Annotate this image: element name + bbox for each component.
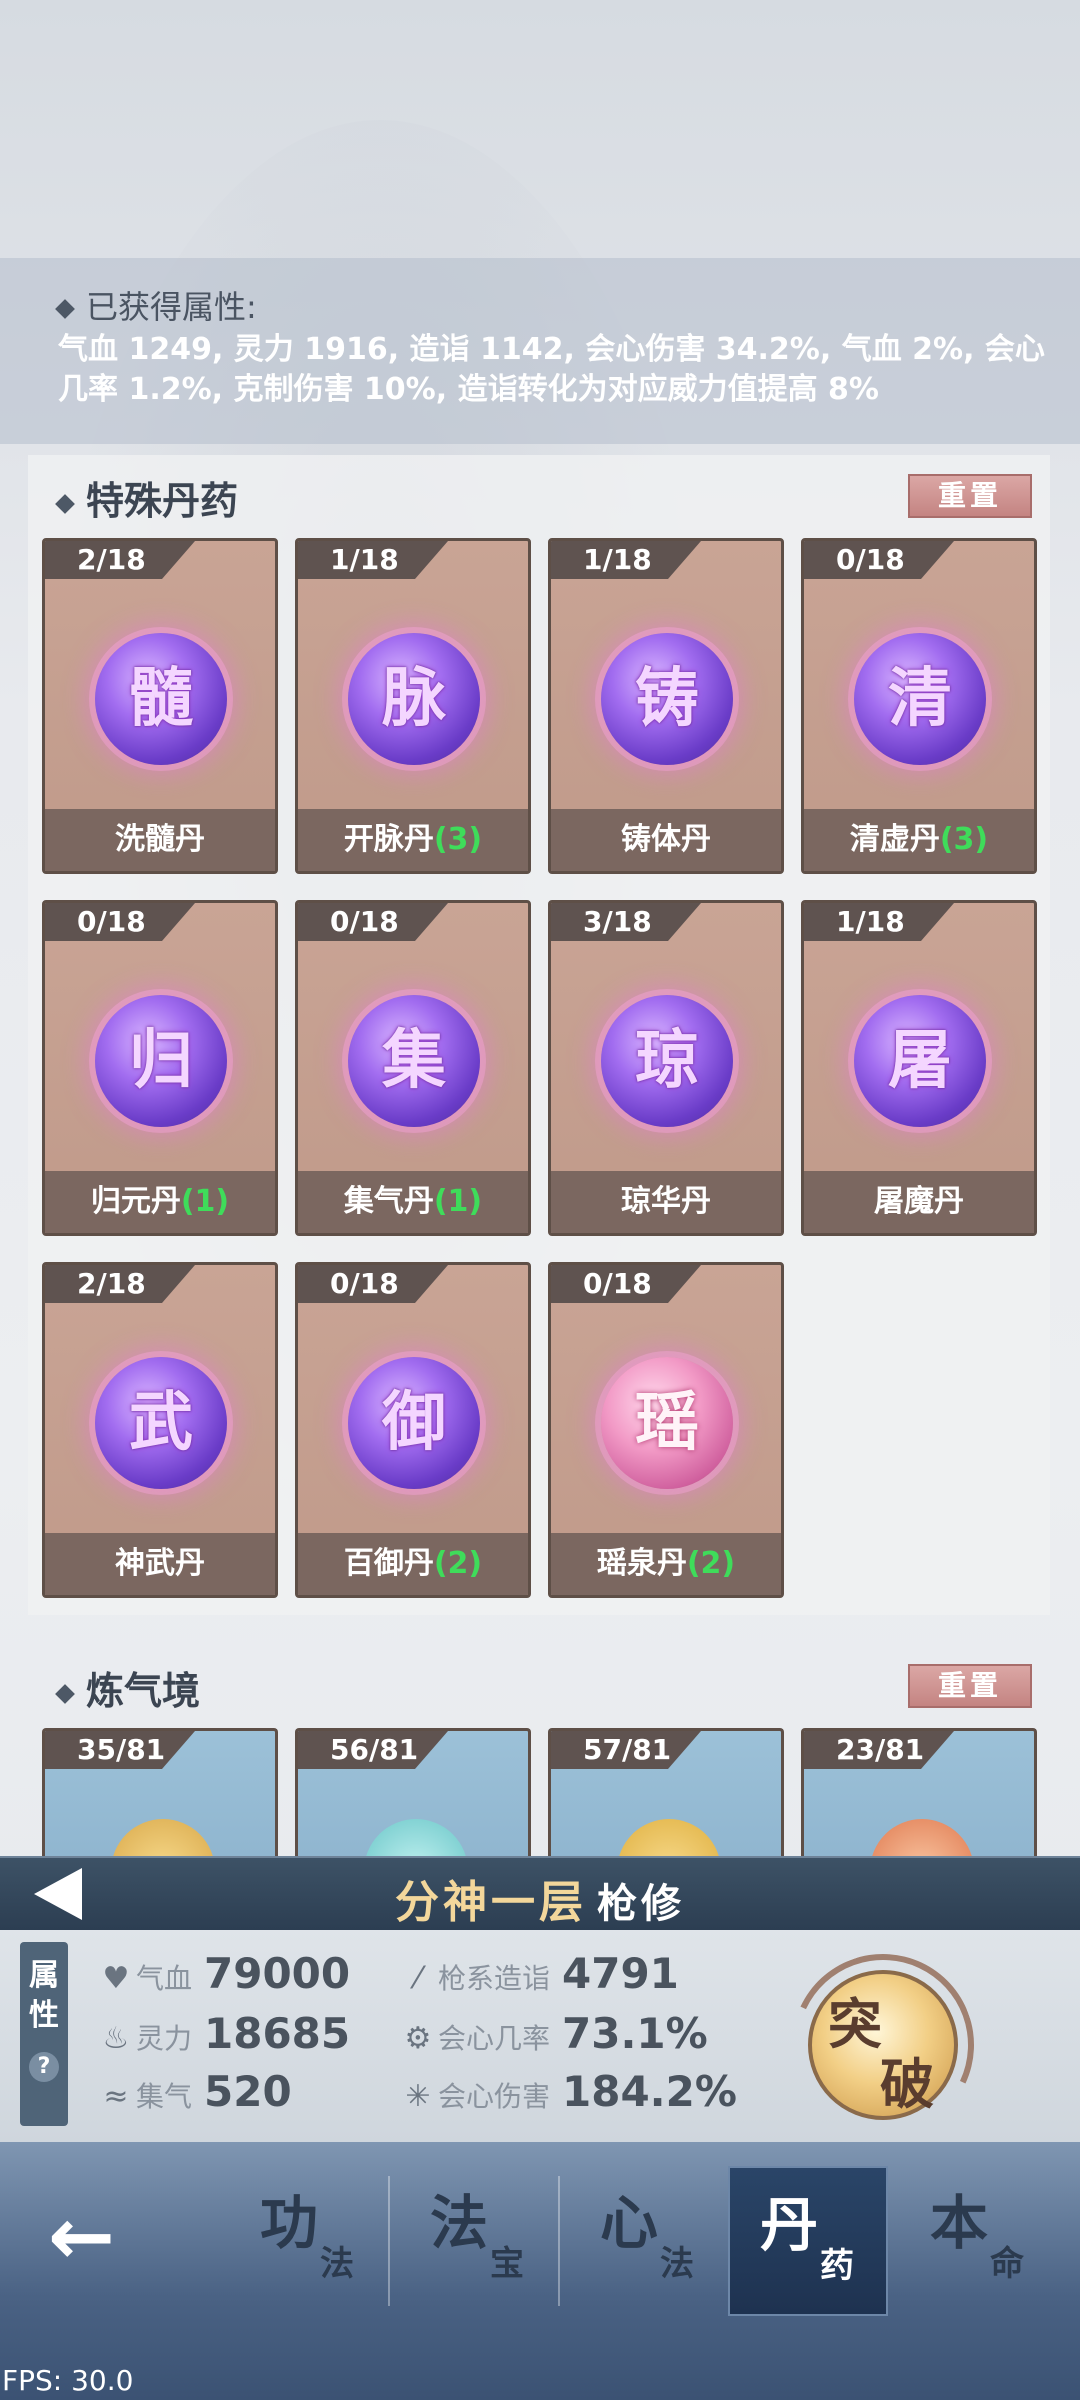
pill-char: 屠 (888, 1023, 952, 1098)
stat-qi: ≈ 集气 520 (96, 2066, 291, 2118)
diamond-icon (55, 299, 75, 319)
pill-card-guiyuan[interactable]: 0/18 归 归元丹(1) (42, 900, 278, 1236)
pill-card-xisui[interactable]: 2/18 髓 洗髓丹 (42, 538, 278, 874)
pill-card-yaoquan[interactable]: 0/18 瑶 瑶泉丹(2) (548, 1262, 784, 1598)
pill-name: 屠魔丹 (804, 1171, 1034, 1233)
pill-count: 35/81 (45, 1731, 195, 1769)
tab-danyao[interactable]: 丹药 (728, 2166, 888, 2316)
tab-divider (558, 2176, 560, 2306)
pill-name: 清虚丹(3) (804, 809, 1034, 871)
pill-char: 铸 (635, 661, 699, 736)
pill-count: 1/18 (804, 903, 954, 941)
pill-count: 57/81 (551, 1731, 701, 1769)
pill-count: 0/18 (551, 1265, 701, 1303)
pill-char: 集 (382, 1023, 446, 1098)
diamond-icon (55, 493, 75, 514)
fps-counter: FPS: 30.0 (2, 2364, 134, 2397)
qi-pill-card[interactable]: 56/81 (295, 1728, 531, 1868)
qi-pill-card[interactable]: 23/81 (801, 1728, 1037, 1868)
qi-realm-reset-button[interactable]: 重置 (908, 1664, 1032, 1708)
pill-name: 集气丹(1) (298, 1171, 528, 1233)
pill-count: 0/18 (298, 1265, 448, 1303)
stat-mp: ♨ 灵力 18685 (96, 2008, 351, 2060)
qi-pill-card[interactable]: 57/81 (548, 1728, 784, 1868)
pill-name: 开脉丹(3) (298, 809, 528, 871)
pill-count: 56/81 (298, 1731, 448, 1769)
stat-crit-damage: ✳ 会心伤害 184.2% (398, 2066, 737, 2118)
tab-fabao[interactable]: 法宝 (400, 2166, 560, 2316)
pill-card-qionghua[interactable]: 3/18 琼 琼华丹 (548, 900, 784, 1236)
breakthrough-button[interactable]: 突 破 (766, 1928, 1000, 2162)
pill-char: 武 (129, 1385, 193, 1460)
help-icon[interactable]: ? (29, 2052, 59, 2082)
diamond-icon (55, 1683, 75, 1704)
breakthrough-char-2: 破 (880, 2052, 934, 2116)
pill-count: 0/18 (45, 903, 195, 941)
pill-card-qingxu[interactable]: 0/18 清 清虚丹(3) (801, 538, 1037, 874)
qi-realm-title: 炼气境 (55, 1660, 200, 1715)
rank-bar: 分神一层 枪修 (0, 1856, 1080, 1930)
pill-char: 琼 (635, 1023, 699, 1098)
pill-card-zhuti[interactable]: 1/18 铸 铸体丹 (548, 538, 784, 874)
pill-card-shenwu[interactable]: 2/18 武 神武丹 (42, 1262, 278, 1598)
pill-name: 百御丹(2) (298, 1533, 528, 1595)
pill-card-tumo[interactable]: 1/18 屠 屠魔丹 (801, 900, 1037, 1236)
pill-char: 归 (129, 1023, 193, 1098)
obtained-attributes-text: 气血 1249, 灵力 1916, 造诣 1142, 会心伤害 34.2%, 气… (58, 332, 1045, 407)
pill-card-kaimai[interactable]: 1/18 脉 开脉丹(3) (295, 538, 531, 874)
attribute-tab[interactable]: 属性? (20, 1942, 68, 2126)
obtained-attributes-title: 已获得属性: (55, 282, 257, 328)
special-reset-button[interactable]: 重置 (908, 474, 1032, 518)
pill-name: 琼华丹 (551, 1171, 781, 1233)
pill-name: 洗髓丹 (45, 809, 275, 871)
stat-spear-skill: ⁄ 枪系造诣 4791 (398, 1948, 678, 2000)
pill-card-jiqi[interactable]: 0/18 集 集气丹(1) (295, 900, 531, 1236)
pill-count: 1/18 (551, 541, 701, 579)
tab-gongfa[interactable]: 功法 (230, 2166, 390, 2316)
crit-rate-icon: ⚙ (404, 2021, 432, 2056)
spear-icon: ⁄ (415, 1961, 421, 1996)
pill-char: 瑶 (635, 1385, 699, 1460)
stat-crit-rate: ⚙ 会心几率 73.1% (398, 2008, 708, 2060)
pill-name: 瑶泉丹(2) (551, 1533, 781, 1595)
pill-count: 0/18 (804, 541, 954, 579)
pill-name: 归元丹(1) (45, 1171, 275, 1233)
burst-icon: ✳ (405, 2079, 431, 2114)
heart-icon: ♥ (102, 1961, 130, 1996)
breakthrough-char-1: 突 (828, 1992, 882, 2056)
flame-icon: ♨ (102, 2021, 130, 2056)
pill-count: 2/18 (45, 541, 195, 579)
pill-count: 0/18 (298, 903, 448, 941)
swirl-icon: ≈ (103, 2079, 129, 2114)
rank-title: 分神一层 枪修 (395, 1877, 685, 1928)
pill-char: 髓 (129, 661, 193, 736)
tab-benming[interactable]: 本命 (900, 2166, 1060, 2316)
pill-char: 脉 (382, 661, 446, 736)
qi-pill-card[interactable]: 35/81 (42, 1728, 278, 1868)
pill-count: 3/18 (551, 903, 701, 941)
pill-name: 铸体丹 (551, 809, 781, 871)
stat-hp: ♥ 气血 79000 (96, 1948, 351, 2000)
pill-card-baiyu[interactable]: 0/18 御 百御丹(2) (295, 1262, 531, 1598)
pill-count: 23/81 (804, 1731, 954, 1769)
tab-xinfa[interactable]: 心法 (570, 2166, 730, 2316)
pill-count: 1/18 (298, 541, 448, 579)
back-arrow-icon[interactable]: ← (48, 2190, 115, 2283)
pill-char: 清 (888, 661, 952, 736)
tab-divider (388, 2176, 390, 2306)
special-pills-title: 特殊丹药 (55, 470, 238, 525)
pill-name: 神武丹 (45, 1533, 275, 1595)
pill-count: 2/18 (45, 1265, 195, 1303)
pill-char: 御 (382, 1385, 446, 1460)
